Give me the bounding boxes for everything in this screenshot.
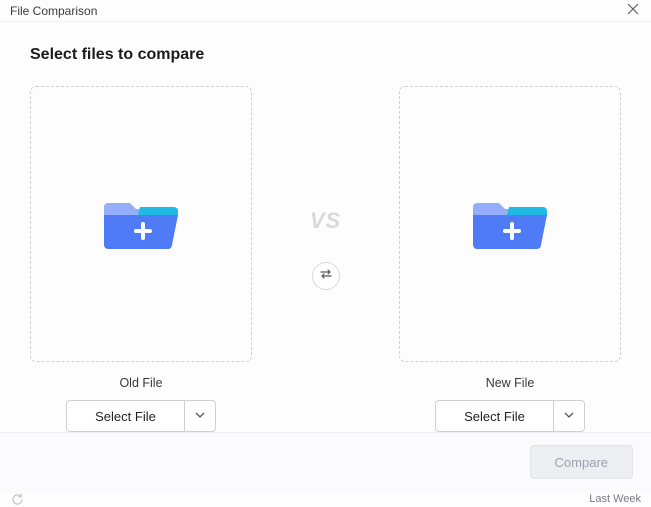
middle-column: VS	[276, 208, 376, 290]
old-file-select-button[interactable]: Select File	[66, 400, 184, 432]
new-file-select-button[interactable]: Select File	[435, 400, 553, 432]
compare-button[interactable]: Compare	[530, 445, 633, 479]
statusbar-right-text: Last Week	[589, 493, 641, 505]
swap-icon	[319, 267, 333, 286]
window-close-button[interactable]	[623, 1, 643, 21]
chevron-down-icon	[564, 407, 574, 425]
statusbar: Last Week	[0, 492, 651, 507]
content-area: Select files to compare Old File	[0, 22, 651, 432]
footer-bar: Compare	[0, 432, 651, 492]
old-file-column: Old File Select File	[30, 86, 252, 432]
file-comparison-window: File Comparison Select files to compare	[0, 0, 651, 507]
titlebar: File Comparison	[0, 0, 651, 22]
new-file-select-dropdown[interactable]	[553, 400, 585, 432]
close-icon	[627, 3, 639, 18]
old-file-label: Old File	[119, 376, 162, 390]
page-title: Select files to compare	[30, 46, 621, 64]
new-file-label: New File	[486, 376, 535, 390]
old-file-select-dropdown[interactable]	[184, 400, 216, 432]
folder-add-icon	[471, 193, 549, 255]
vs-label: VS	[310, 208, 341, 234]
chevron-down-icon	[195, 407, 205, 425]
folder-add-icon	[102, 193, 180, 255]
new-file-column: New File Select File	[399, 86, 621, 432]
new-file-select-group: Select File	[435, 400, 585, 432]
old-file-dropzone[interactable]	[30, 86, 252, 362]
window-title: File Comparison	[10, 4, 97, 18]
old-file-select-group: Select File	[66, 400, 216, 432]
swap-button[interactable]	[312, 262, 340, 290]
new-file-dropzone[interactable]	[399, 86, 621, 362]
refresh-icon	[10, 492, 24, 506]
compare-row: Old File Select File VS	[30, 86, 621, 432]
